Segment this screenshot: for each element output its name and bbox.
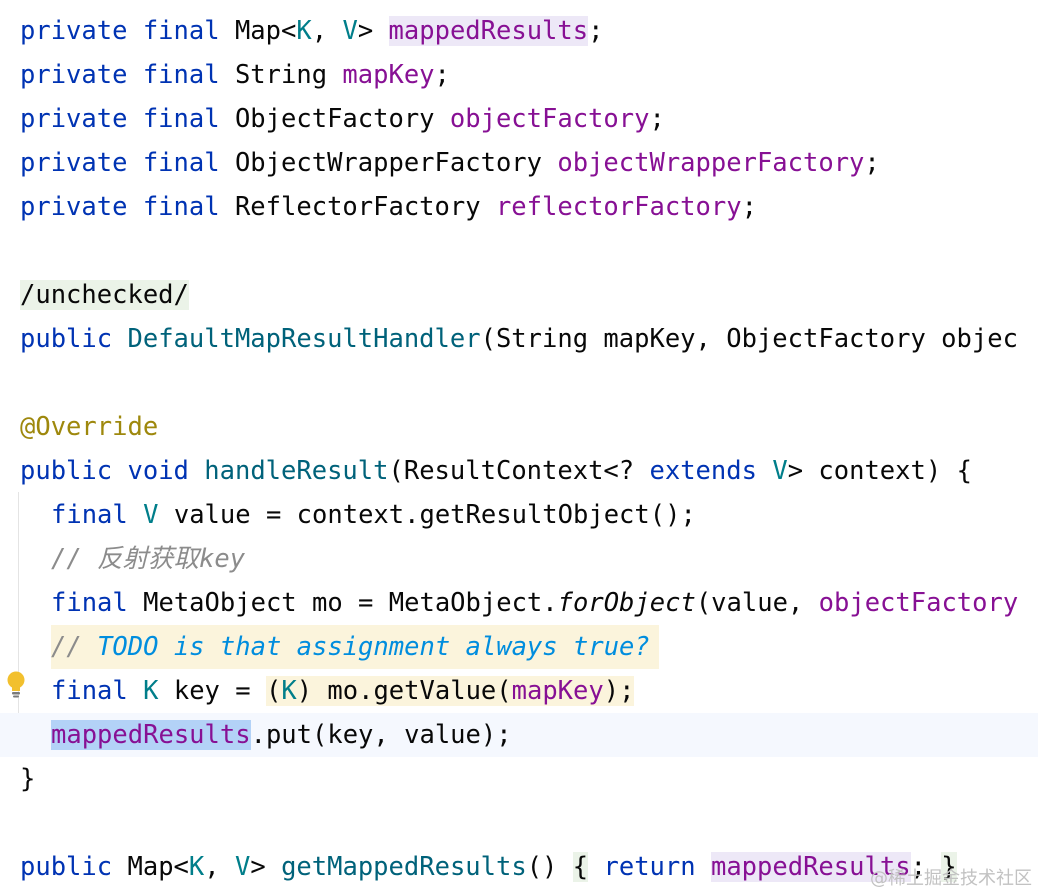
code-line-3[interactable]: private final ObjectFactory objectFactor… [20,97,665,141]
punct: , [204,852,235,882]
code-line-7[interactable]: public DefaultMapResultHandler(String ma… [20,317,1018,361]
type-name: Map< [234,16,297,46]
type-name: String [234,60,343,90]
type-param: K [281,676,297,706]
type-param: V [234,852,251,882]
keyword: final [142,104,220,134]
params: (String mapKey, ObjectFactory objec [480,324,1018,354]
params: (ResultContext<? [388,456,650,486]
keyword: final [142,16,220,46]
code-line-13[interactable]: // TODO is that assignment always true? [51,625,659,669]
type-param: K [188,852,205,882]
punct: , [311,16,343,46]
keyword: extends [649,456,757,486]
field-name[interactable]: objectWrapperFactory [557,148,864,178]
punct: ; [741,192,757,222]
code-line-14[interactable]: final K key = (K) mo.getValue(mapKey); [51,669,635,713]
code-line-9[interactable]: public void handleResult(ResultContext<?… [20,449,972,493]
code-line-11[interactable]: // 反射获取key [51,537,245,581]
constructor-name[interactable]: DefaultMapResultHandler [127,324,480,354]
field-name[interactable]: objectFactory [819,588,1019,618]
keyword: public [20,324,113,354]
method-name[interactable]: handleResult [204,456,388,486]
folded-brace[interactable]: { [572,852,589,882]
code-line-10[interactable]: final V value = context.getResultObject(… [51,493,696,537]
code-line-1[interactable]: private final Map<K, V> mappedResults; [20,9,603,53]
watermark: @稀土掘金技术社区 [870,868,1032,889]
type-name: ReflectorFactory [234,192,496,222]
code-line-6[interactable]: /unchecked/ [20,273,189,317]
field-name[interactable]: reflectorFactory [496,192,742,222]
field-name[interactable]: objectFactory [450,104,650,134]
type-name: ObjectFactory [234,104,450,134]
keyword: return [603,852,696,882]
todo-comment: TODO is that assignment always true? [97,632,650,662]
type-param: V [772,456,788,486]
field-name[interactable]: mappedResults [388,16,589,46]
code-line-8[interactable]: @Override [20,405,158,449]
keyword: private [20,16,128,46]
code-line-4[interactable]: private final ObjectWrapperFactory objec… [20,141,880,185]
keyword: private [20,148,128,178]
punct: ; [434,60,450,90]
statement: key = [173,676,266,706]
keyword: final [142,192,220,222]
punct: () [526,852,573,882]
statement: MetaObject mo = MetaObject. [143,588,558,618]
method-name[interactable]: getMappedResults [281,852,527,882]
punct: ; [864,148,880,178]
statement: value = context.getResultObject(); [173,500,696,530]
field-name: mapKey [511,676,604,706]
code-line-2[interactable]: private final String mapKey; [20,53,450,97]
code-line-5[interactable]: private final ReflectorFactory reflector… [20,185,757,229]
keyword: public [20,456,113,486]
keyword: private [20,104,128,134]
intention-bulb-icon[interactable] [5,670,27,700]
code-line-15[interactable]: mappedResults.put(key, value); [0,713,1038,757]
type-name: ObjectWrapperFactory [234,148,558,178]
keyword: final [51,500,128,530]
keyword: final [51,588,128,618]
selected-field[interactable]: mappedResults [51,720,251,750]
keyword: private [20,60,128,90]
punct: > [357,16,389,46]
statement: .put(key, value); [250,720,512,750]
code-line-12[interactable]: final MetaObject mo = MetaObject.forObje… [51,581,1018,625]
type-param: K [296,16,312,46]
code-line-17[interactable]: public Map<K, V> getMappedResults() { re… [20,845,957,889]
punct: ); [603,676,635,706]
folded-comment[interactable]: /unchecked/ [20,280,189,310]
punct: ( [265,676,282,706]
statement: (value, [695,588,819,618]
annotation[interactable]: @Override [20,412,158,442]
keyword: private [20,192,128,222]
keyword: final [142,148,220,178]
statement: ) mo.getValue( [296,676,512,706]
type-param: V [143,500,159,530]
comment-marker: // [51,632,98,662]
keyword: final [142,60,220,90]
code-line-16[interactable]: } [20,757,35,801]
code-editor[interactable]: private final Map<K, V> mappedResults; p… [0,0,1038,894]
closing-brace: } [20,764,36,794]
type-param: V [342,16,358,46]
keyword: final [51,676,128,706]
comment: // 反射获取key [51,544,246,574]
type-param: K [143,676,159,706]
keyword: void [127,456,189,486]
type-name: Map< [127,852,189,882]
static-method[interactable]: forObject [558,588,696,618]
unchecked-cast[interactable]: (K) mo.getValue(mapKey); [265,676,635,706]
keyword: public [20,852,113,882]
punct: > [250,852,282,882]
field-name[interactable]: mapKey [342,60,434,90]
punct: ; [649,104,665,134]
punct: ; [588,16,604,46]
params: > context) { [787,456,972,486]
